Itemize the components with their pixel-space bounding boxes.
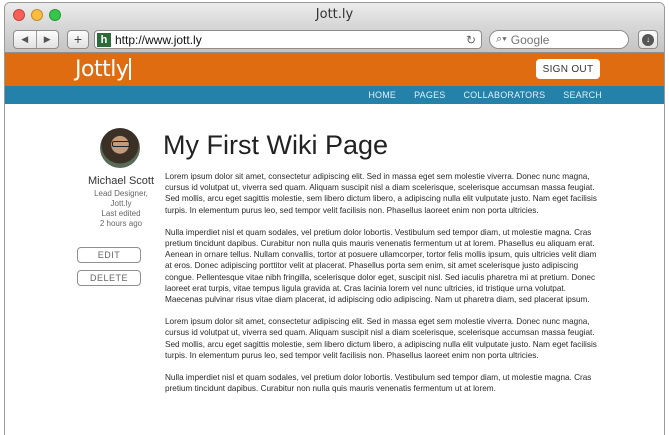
paragraph: Lorem ipsum dolor sit amet, consectetur …	[165, 172, 597, 215]
history-buttons: ◀ ▶	[13, 30, 59, 49]
browser-window: Jott.ly ◀ ▶ + h http://www.jott.ly ↻ ⌕▾ …	[4, 2, 665, 435]
paragraph: Nulla imperdiet nisl et quam sodales, ve…	[165, 373, 592, 394]
author-meta: Lead Designer, Jott.ly Last edited 2 hou…	[69, 189, 173, 229]
edit-button[interactable]: EDIT	[77, 247, 141, 263]
nav-collaborators[interactable]: COLLABORATORS	[463, 90, 545, 100]
nav-search[interactable]: SEARCH	[563, 90, 602, 100]
logo-text: Jottly	[75, 57, 129, 82]
last-edited-time: 2 hours ago	[99, 219, 143, 228]
downloads-button[interactable]: ↓	[638, 30, 658, 49]
site-favicon-icon: h	[97, 32, 111, 47]
author-role: Lead Designer,	[94, 189, 148, 198]
browser-toolbar: ◀ ▶ + h http://www.jott.ly ↻ ⌕▾ ↓	[5, 27, 664, 53]
title-bar: Jott.ly	[5, 3, 664, 27]
site-nav: HOME PAGES COLLABORATORS SEARCH	[5, 86, 664, 104]
sign-out-button[interactable]: SIGN OUT	[536, 59, 600, 79]
delete-button[interactable]: DELETE	[77, 270, 141, 286]
author-company: Jott.ly	[110, 199, 132, 208]
paragraph: Lorem ipsum dolor sit amet, consectetur …	[165, 317, 597, 360]
article-body: Lorem ipsum dolor sit amet, consectetur …	[165, 171, 600, 405]
reload-icon[interactable]: ↻	[466, 33, 476, 47]
page-title: My First Wiki Page	[163, 130, 389, 160]
site-header: Jottly SIGN OUT	[5, 53, 664, 86]
logo-cursor-icon	[129, 58, 132, 80]
last-edited-label: Last edited	[101, 209, 141, 218]
url-text[interactable]: http://www.jott.ly	[115, 33, 466, 47]
search-input[interactable]	[510, 32, 611, 47]
paragraph: Nulla imperdiet nisl et quam sodales, ve…	[165, 227, 597, 305]
back-arrow-icon[interactable]: ◀	[14, 31, 36, 48]
search-icon: ⌕▾	[496, 33, 507, 45]
address-bar[interactable]: h http://www.jott.ly ↻	[94, 30, 482, 49]
author-info: Michael Scott Lead Designer, Jott.ly Las…	[69, 175, 173, 229]
forward-arrow-icon[interactable]: ▶	[35, 31, 59, 48]
avatar	[100, 128, 140, 168]
nav-pages[interactable]: PAGES	[414, 90, 445, 100]
download-icon: ↓	[642, 33, 654, 46]
nav-home[interactable]: HOME	[368, 90, 396, 100]
window-title: Jott.ly	[315, 7, 354, 22]
site-logo[interactable]: Jottly	[75, 57, 132, 82]
author-name: Michael Scott	[87, 175, 155, 187]
search-bar[interactable]: ⌕▾	[489, 30, 629, 49]
new-tab-button[interactable]: +	[67, 30, 89, 49]
